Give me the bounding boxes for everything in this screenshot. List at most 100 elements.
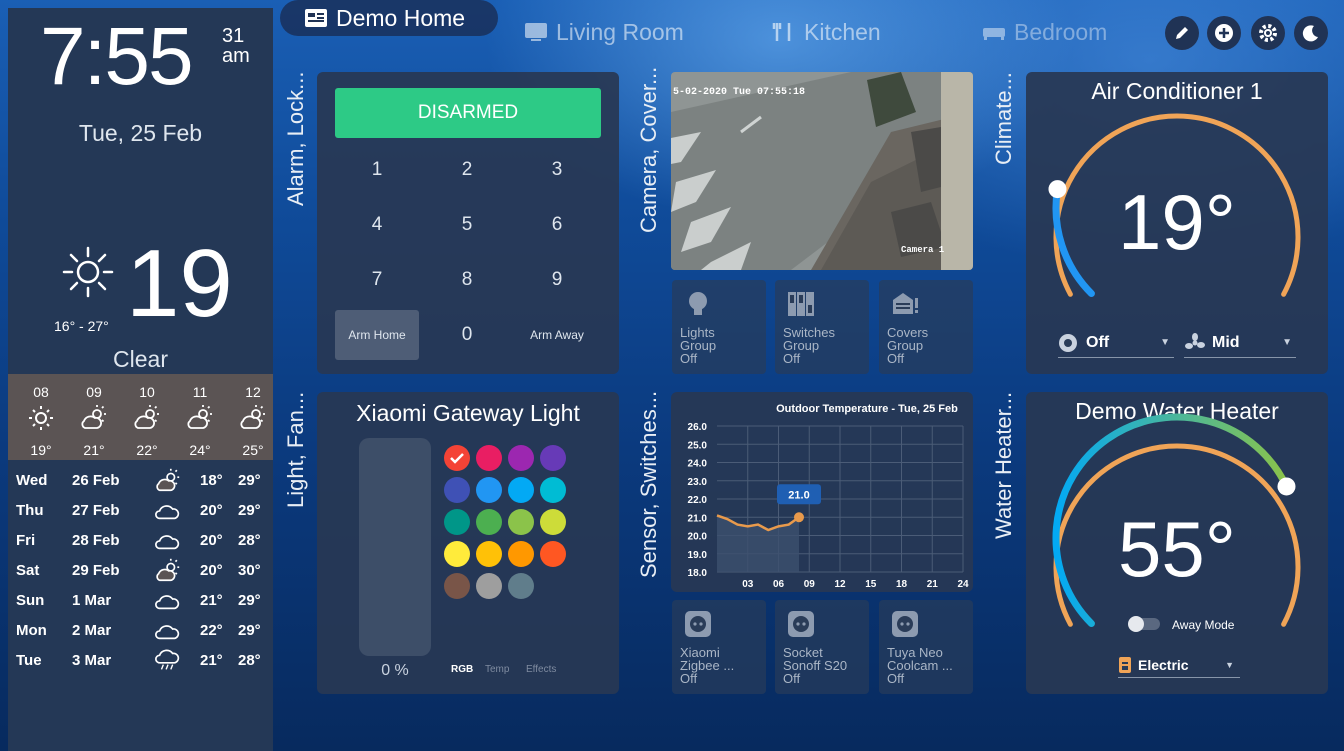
- keypad-key-0[interactable]: 0: [425, 310, 509, 360]
- color-swatch[interactable]: [476, 445, 502, 471]
- tab-demo-home[interactable]: Demo Home: [280, 0, 498, 36]
- tab-kitchen[interactable]: Kitchen: [772, 14, 881, 50]
- section-label-alarm: Alarm, Lock...: [283, 71, 308, 206]
- x-tick-label: 18: [896, 579, 908, 590]
- group-state: Off: [680, 351, 698, 366]
- away-mode-toggle[interactable]: [1128, 616, 1160, 632]
- keypad-key-1[interactable]: 1: [335, 145, 419, 195]
- color-swatch[interactable]: [540, 445, 566, 471]
- socket-xiaomi-button[interactable]: Xiaomi Zigbee ... Off: [672, 600, 766, 694]
- ac-fan-select[interactable]: Mid ▼: [1184, 328, 1296, 358]
- power-icon: [1059, 333, 1077, 352]
- clock-ampm: am: [222, 45, 250, 67]
- water-heater-knob[interactable]: [1277, 477, 1296, 496]
- tooltip-value: 21.0: [788, 489, 809, 501]
- color-swatch[interactable]: [444, 573, 470, 599]
- cutlery-icon: [772, 23, 791, 41]
- keypad-key-6[interactable]: 6: [515, 200, 599, 250]
- color-swatch[interactable]: [540, 477, 566, 503]
- color-swatch[interactable]: [476, 541, 502, 567]
- theme-button[interactable]: [1294, 16, 1328, 50]
- socket-state: Off: [783, 671, 801, 686]
- tab-living-room[interactable]: Living Room: [524, 14, 684, 50]
- tab-temp[interactable]: Temp: [485, 664, 509, 675]
- covers-group-button[interactable]: Covers Group Off: [879, 280, 973, 374]
- edit-button[interactable]: [1165, 16, 1199, 50]
- color-swatch[interactable]: [508, 509, 534, 535]
- socket-sonoff-button[interactable]: Socket Sonoff S20 Off: [775, 600, 869, 694]
- color-swatch[interactable]: [476, 509, 502, 535]
- camera-name: Camera 1: [901, 245, 945, 255]
- keypad-key-4[interactable]: 4: [335, 200, 419, 250]
- color-swatch[interactable]: [508, 541, 534, 567]
- tab-bedroom[interactable]: Bedroom: [982, 14, 1107, 50]
- x-tick-label: 03: [742, 579, 754, 590]
- ac-temperature: 19°: [1118, 178, 1236, 266]
- color-swatch[interactable]: [540, 541, 566, 567]
- weather-condition: Clear: [113, 346, 168, 372]
- hourly-hour: 08: [33, 384, 49, 400]
- color-swatch[interactable]: [508, 477, 534, 503]
- hourly-hour: 11: [192, 384, 208, 400]
- y-tick-label: 22.0: [688, 495, 708, 506]
- water-heater-icon: [1119, 656, 1131, 673]
- clock-date: Tue, 25 Feb: [78, 120, 203, 146]
- day-low: 20°: [200, 562, 223, 579]
- socket-state: Off: [680, 671, 698, 686]
- operation-mode-select[interactable]: Electric ▼: [1118, 652, 1240, 678]
- socket-tuya-button[interactable]: Tuya Neo Coolcam ... Off: [879, 600, 973, 694]
- keypad-key-8[interactable]: 8: [425, 255, 509, 305]
- color-swatch[interactable]: [476, 477, 502, 503]
- home-dashboard-icon: [305, 9, 327, 27]
- daily-forecast-row: Fri 28 Feb 20° 28°: [8, 528, 273, 558]
- color-picker[interactable]: [444, 445, 572, 605]
- keypad-key-3[interactable]: 3: [515, 145, 599, 195]
- color-swatch[interactable]: [444, 477, 470, 503]
- brightness-value: 0 %: [381, 662, 409, 679]
- keypad-key-7[interactable]: 7: [335, 255, 419, 305]
- daily-forecast-row: Tue 3 Mar 21° 28°: [8, 648, 273, 678]
- cloud-icon: [155, 505, 180, 520]
- y-tick-label: 23.0: [688, 477, 708, 488]
- add-button[interactable]: [1207, 16, 1241, 50]
- camera-feed[interactable]: 5-02-2020 Tue 07:55:18 Camera 1: [671, 72, 973, 270]
- alarm-state-button[interactable]: DISARMED: [335, 88, 601, 138]
- keypad-key-2[interactable]: 2: [425, 145, 509, 195]
- outdoor-temperature-graph[interactable]: Outdoor Temperature - Tue, 25 Feb 26.0 25.…: [671, 392, 973, 592]
- color-swatch[interactable]: [508, 573, 534, 599]
- arm-away-button[interactable]: Arm Away: [515, 310, 599, 360]
- ac-mode-select[interactable]: Off ▼: [1058, 328, 1174, 358]
- day-high: 29°: [238, 472, 261, 489]
- x-tick-label: 12: [834, 579, 846, 590]
- light-title: Xiaomi Gateway Light: [356, 400, 580, 426]
- color-swatch[interactable]: [540, 509, 566, 535]
- clock-time: 7:55: [40, 11, 194, 102]
- settings-button[interactable]: [1251, 16, 1285, 50]
- brightness-slider[interactable]: [359, 438, 431, 656]
- keypad-key-9[interactable]: 9: [515, 255, 599, 305]
- switches-group-button[interactable]: Switches Group Off: [775, 280, 869, 374]
- tab-rgb[interactable]: RGB: [451, 664, 473, 675]
- arm-home-button[interactable]: Arm Home: [335, 310, 419, 360]
- pencil-icon: [1176, 27, 1188, 39]
- camera-timestamp: 5-02-2020 Tue 07:55:18: [673, 87, 805, 98]
- y-tick-label: 18.0: [688, 568, 708, 579]
- partly-cloudy-icon: [134, 405, 159, 429]
- x-tick-label: 09: [804, 579, 816, 590]
- tab-effects[interactable]: Effects: [526, 664, 556, 675]
- day-name: Tue: [16, 652, 42, 669]
- day-date: 26 Feb: [72, 472, 120, 489]
- cloud-icon: [155, 535, 180, 550]
- color-swatch[interactable]: [508, 445, 534, 471]
- color-swatch[interactable]: [444, 509, 470, 535]
- day-date: 2 Mar: [72, 622, 112, 639]
- color-swatch[interactable]: [444, 541, 470, 567]
- y-tick-label: 24.0: [688, 459, 708, 470]
- power-socket-icon: [892, 611, 918, 637]
- color-swatch[interactable]: [476, 573, 502, 599]
- day-low: 21°: [200, 592, 223, 609]
- y-tick-label: 26.0: [688, 422, 708, 433]
- color-swatch[interactable]: [444, 445, 470, 471]
- lights-group-button[interactable]: Lights Group Off: [672, 280, 766, 374]
- keypad-key-5[interactable]: 5: [425, 200, 509, 250]
